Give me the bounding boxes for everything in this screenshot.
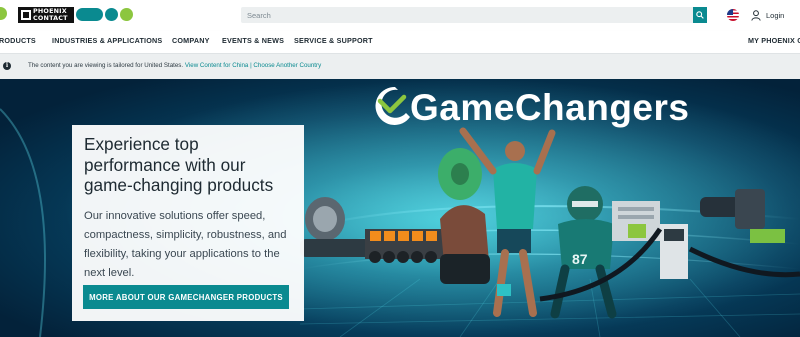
- region-info-text: The content you are viewing is tailored …: [28, 62, 321, 69]
- nav-item-my-phoenix-contact[interactable]: MY PHOENIX CONTACT: [748, 36, 800, 45]
- choose-country-link[interactable]: Choose Another Country: [253, 62, 321, 69]
- gamechanger-products-button[interactable]: MORE ABOUT OUR GAMECHANGER PRODUCTS: [83, 285, 289, 309]
- hero-heading: Experience top performance with our game…: [84, 134, 274, 195]
- phoenix-contact-logo[interactable]: PHOENIX CONTACT: [18, 7, 74, 23]
- nav-item-service-support[interactable]: SERVICE & SUPPORT: [294, 36, 373, 45]
- nav-item-industries-applications[interactable]: INDUSTRIES & APPLICATIONS: [52, 36, 162, 45]
- search-input[interactable]: [241, 7, 691, 23]
- logo-pc-icon: [21, 10, 31, 20]
- logo-teal-pill: [76, 8, 103, 21]
- search-bar: [241, 7, 707, 23]
- info-icon: i: [3, 62, 11, 70]
- logo-green-dot: [0, 7, 7, 20]
- login-link[interactable]: Login: [751, 7, 784, 23]
- search-icon: [696, 11, 704, 19]
- nav-item-events-news[interactable]: EVENTS & NEWS: [222, 36, 284, 45]
- login-label: Login: [766, 10, 785, 20]
- hero-brand-title: GameChangers: [410, 87, 690, 128]
- hero-body-text: Our innovative solutions offer speed, co…: [84, 210, 287, 279]
- view-content-china-link[interactable]: View Content for China: [185, 62, 249, 69]
- hero-banner: 87 GameChangers Experience top performan…: [0, 79, 800, 337]
- region-message: The content you are viewing is tailored …: [28, 62, 184, 69]
- top-bar: PHOENIX CONTACT Login: [0, 0, 800, 31]
- logo-teal-dot: [105, 8, 118, 21]
- svg-text:87: 87: [572, 251, 588, 267]
- nav-item-company[interactable]: COMPANY: [172, 36, 210, 45]
- user-icon: [751, 9, 761, 21]
- hero-card: Experience top performance with our game…: [72, 125, 304, 321]
- logo-green-dot-right: [120, 8, 133, 21]
- logo-pills: [76, 8, 133, 21]
- us-flag-icon[interactable]: [727, 9, 739, 21]
- main-nav: PRODUCTS INDUSTRIES & APPLICATIONS COMPA…: [0, 31, 800, 54]
- logo-text-line2: CONTACT: [33, 14, 68, 22]
- search-button[interactable]: [693, 7, 707, 23]
- region-info-bar: i The content you are viewing is tailore…: [0, 54, 800, 79]
- nav-item-products[interactable]: PRODUCTS: [0, 36, 36, 45]
